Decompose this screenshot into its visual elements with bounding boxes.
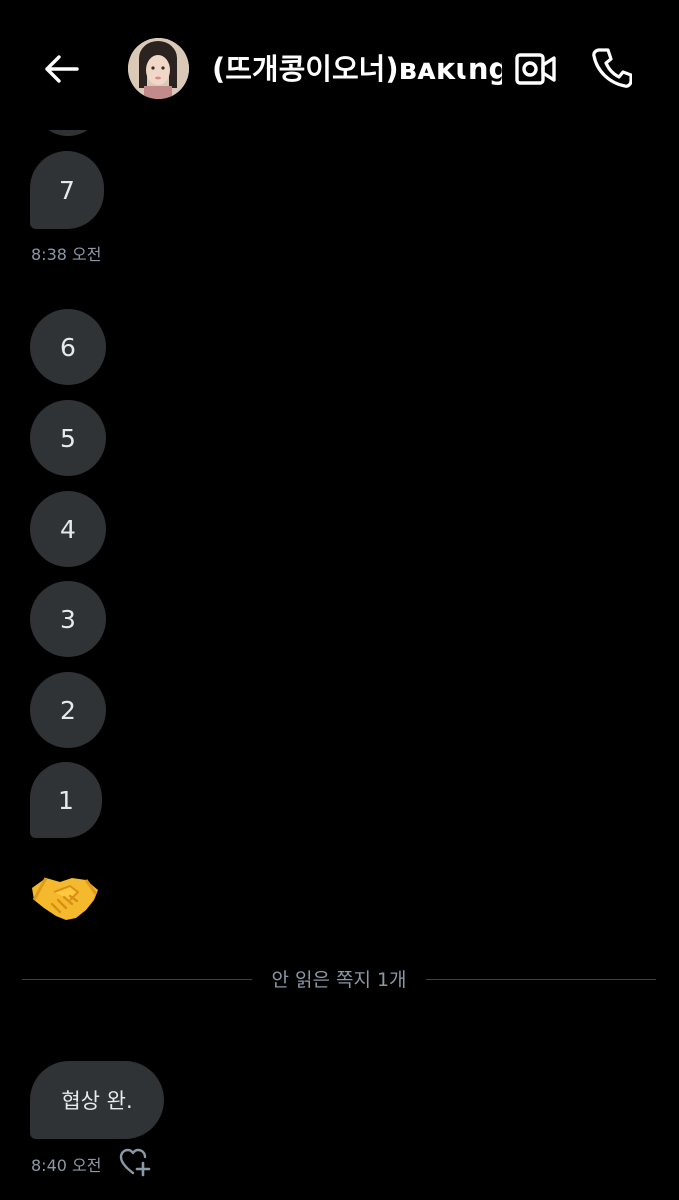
handshake-emoji[interactable] bbox=[30, 870, 100, 924]
phone-icon bbox=[592, 48, 632, 88]
heart-plus-icon bbox=[119, 1148, 151, 1177]
conversation-title[interactable]: (뜨개콩이오너)ʙᴀᴋɩng ... bbox=[212, 48, 502, 90]
video-camera-icon bbox=[515, 53, 556, 85]
message-text: 4 bbox=[60, 514, 76, 544]
conversation-header: (뜨개콩이오너)ʙᴀᴋɩng ... bbox=[0, 0, 679, 130]
message-text: 1 bbox=[58, 785, 74, 815]
message-bubble[interactable]: 협상 완. bbox=[30, 1061, 164, 1139]
message-bubble[interactable]: 6 bbox=[30, 309, 106, 385]
message-bubble[interactable]: 2 bbox=[30, 672, 106, 748]
message-text: 6 bbox=[60, 332, 76, 362]
timestamp: 8:40 오전 bbox=[31, 1156, 102, 1175]
timestamp: 8:38 오전 bbox=[31, 245, 102, 264]
message-text: 협상 완. bbox=[61, 1089, 133, 1113]
message-bubble[interactable]: 7 bbox=[30, 151, 104, 229]
add-reaction-button[interactable] bbox=[119, 1147, 151, 1177]
avatar[interactable] bbox=[128, 38, 189, 99]
video-call-button[interactable] bbox=[512, 46, 560, 92]
message-text: 7 bbox=[59, 175, 75, 205]
message-bubble[interactable]: 1 bbox=[30, 762, 102, 838]
voice-call-button[interactable] bbox=[589, 44, 635, 92]
unread-divider: 안 읽은 쪽지 1개 bbox=[22, 967, 656, 993]
message-bubble[interactable]: 4 bbox=[30, 491, 106, 567]
arrow-left-icon bbox=[45, 55, 79, 83]
message-bubble[interactable]: 5 bbox=[30, 400, 106, 476]
message-bubble[interactable]: 3 bbox=[30, 581, 106, 657]
back-button[interactable] bbox=[38, 46, 84, 92]
message-text: 5 bbox=[60, 423, 76, 453]
avatar-image bbox=[128, 38, 189, 99]
divider-line bbox=[426, 979, 656, 980]
message-text: 2 bbox=[60, 695, 76, 725]
unread-divider-label: 안 읽은 쪽지 1개 bbox=[271, 969, 407, 991]
message-text: 3 bbox=[60, 604, 76, 634]
